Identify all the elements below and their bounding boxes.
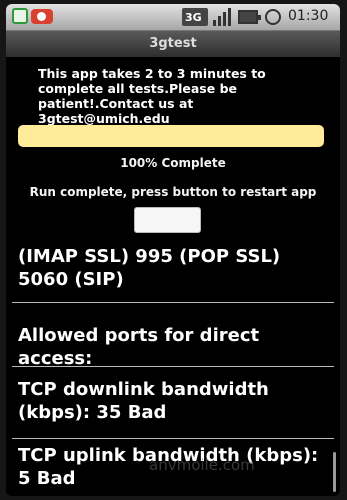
watermark: anvmoile.com xyxy=(149,456,255,474)
progress-bar xyxy=(18,125,324,147)
signal-icon xyxy=(213,8,231,26)
app-notification-icon xyxy=(12,8,28,24)
progress-label: 100% Complete xyxy=(120,156,226,170)
status-message: Run complete, press button to restart ap… xyxy=(29,185,317,199)
status-time: 01:30 xyxy=(288,8,329,24)
status-bar: 3G 01:30 xyxy=(6,4,340,31)
restart-button[interactable] xyxy=(134,207,201,233)
scrollbar[interactable] xyxy=(333,452,336,492)
sync-icon xyxy=(265,9,281,25)
alert-notification-icon xyxy=(31,9,53,24)
app-title: 3gtest xyxy=(6,31,340,57)
3g-data-icon: 3G xyxy=(182,8,208,26)
result-item: (IMAP SSL) 995 (POP SSL) 5060 (SIP) xyxy=(18,246,281,290)
result-item: Allowed ports for direct access: xyxy=(18,325,260,369)
result-item: TCP downlink bandwidth (kbps): 35 Bad xyxy=(18,379,269,423)
phone-screen: 3G 01:30 3gtest This app takes 2 to 3 mi… xyxy=(6,4,340,496)
progress-fill xyxy=(18,125,324,147)
battery-icon xyxy=(238,10,261,24)
svg-text:3G: 3G xyxy=(185,11,202,24)
intro-text: This app takes 2 to 3 minutes to complet… xyxy=(38,66,266,126)
